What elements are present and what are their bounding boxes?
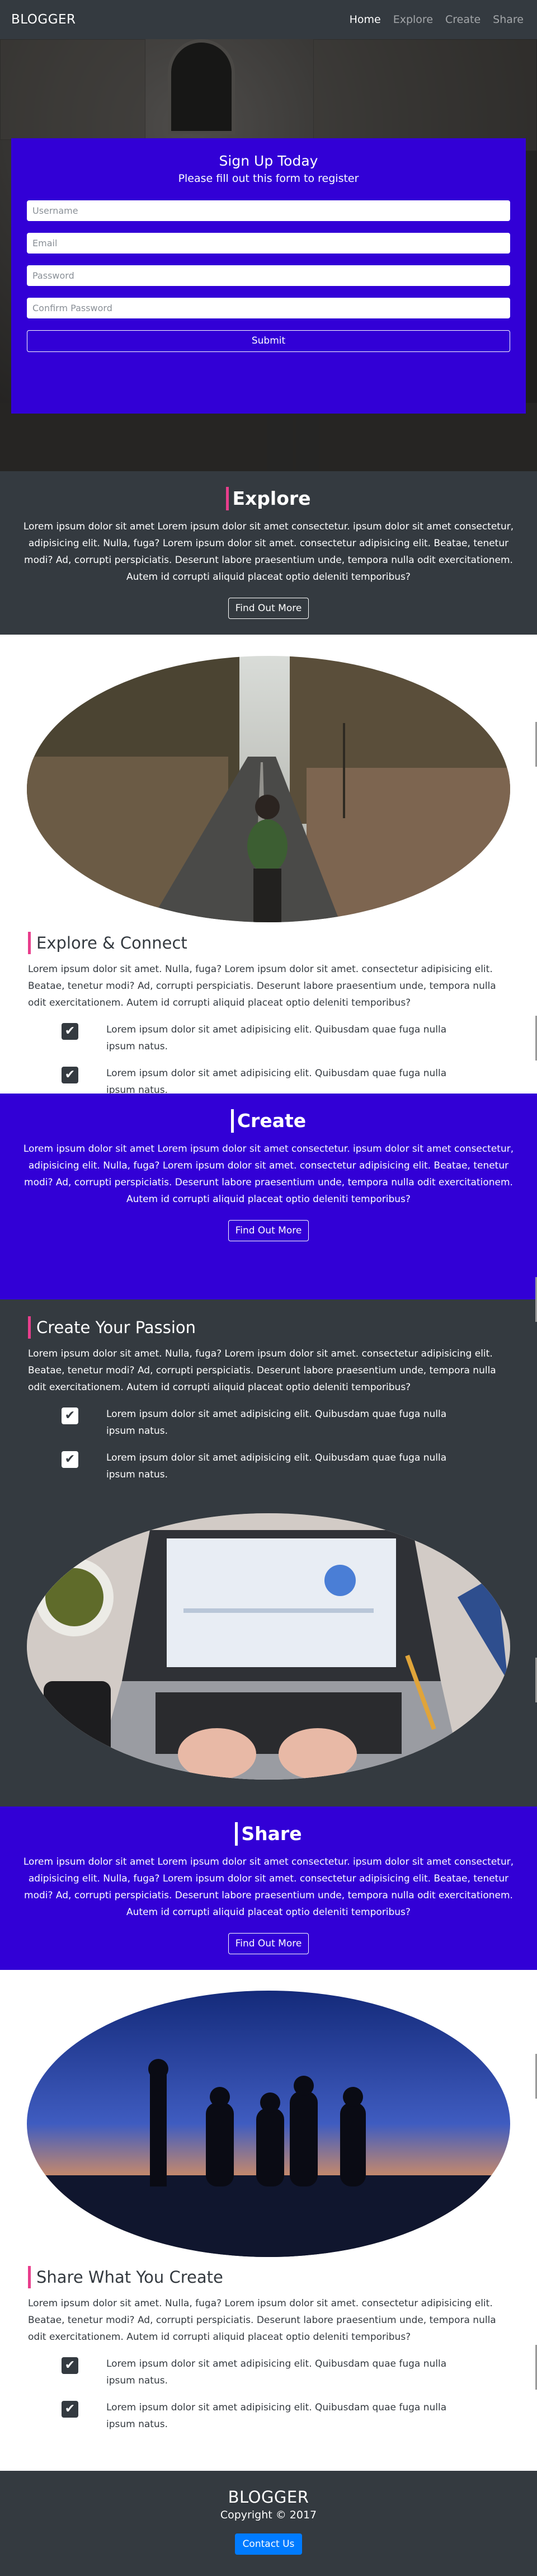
check-list-item: ✔ Lorem ipsum dolor sit amet adipisicing…	[28, 1449, 509, 1483]
signup-subtitle: Please fill out this form to register	[178, 172, 359, 185]
find-out-more-button[interactable]: Find Out More	[228, 1933, 309, 1954]
check-square-icon: ✔	[62, 1407, 78, 1424]
check-square-icon: ✔	[62, 1451, 78, 1468]
create-section: Create Lorem ipsum dolor sit amet Lorem …	[0, 1094, 537, 1299]
check-square-icon: ✔	[62, 1023, 78, 1040]
check-item-text: Lorem ipsum dolor sit amet adipisicing e…	[106, 2358, 447, 2386]
feature-title: Explore & Connect	[28, 932, 509, 954]
feature-description: Lorem ipsum dolor sit amet. Nulla, fuga?…	[28, 964, 496, 1008]
section-description: Lorem ipsum dolor sit amet Lorem ipsum d…	[23, 1856, 514, 1918]
signup-form: Sign Up Today Please fill out this form …	[11, 138, 526, 414]
contact-us-button[interactable]: Contact Us	[234, 2533, 303, 2555]
share-create-block: Share What You Create Lorem ipsum dolor …	[0, 2266, 537, 2433]
nav-link-share[interactable]: Share	[493, 13, 524, 26]
check-list-item: ✔ Lorem ipsum dolor sit amet adipisicing…	[28, 2399, 509, 2433]
hero-background-wall	[313, 39, 537, 151]
footer-title: BLOGGER	[228, 2488, 309, 2507]
check-list-item: ✔ Lorem ipsum dolor sit amet adipisicing…	[28, 1406, 509, 1439]
password-input[interactable]: Password	[27, 265, 510, 286]
check-square-icon: ✔	[62, 1067, 78, 1083]
beach-silhouette-image	[27, 1991, 510, 2257]
section-description: Lorem ipsum dolor sit amet Lorem ipsum d…	[23, 521, 514, 583]
create-passion-section: Create Your Passion Lorem ipsum dolor si…	[0, 1277, 537, 1807]
hero-section: Sign Up Today Please fill out this form …	[0, 39, 537, 471]
navbar: BLOGGER Home Explore Create Share	[0, 0, 537, 39]
check-square-icon: ✔	[62, 2401, 78, 2418]
brand-logo[interactable]: BLOGGER	[11, 12, 76, 27]
username-input[interactable]: Username	[27, 200, 510, 221]
confirm-password-input[interactable]: Confirm Password	[27, 298, 510, 318]
nav-link-create[interactable]: Create	[445, 13, 481, 26]
check-list-item: ✔ Lorem ipsum dolor sit amet adipisicing…	[28, 2356, 509, 2389]
find-out-more-button[interactable]: Find Out More	[228, 598, 309, 619]
feature-description: Lorem ipsum dolor sit amet. Nulla, fuga?…	[28, 1348, 496, 1393]
signup-title: Sign Up Today	[219, 153, 318, 169]
check-item-text: Lorem ipsum dolor sit amet adipisicing e…	[106, 2402, 447, 2430]
feature-title: Share What You Create	[28, 2266, 509, 2288]
explore-section: Explore Lorem ipsum dolor sit amet Lorem…	[0, 471, 537, 635]
section-title: Explore	[226, 487, 311, 510]
nav-link-explore[interactable]: Explore	[393, 13, 433, 26]
email-input[interactable]: Email	[27, 233, 510, 254]
section-title: Share	[235, 1822, 302, 1846]
check-item-text: Lorem ipsum dolor sit amet adipisicing e…	[106, 1024, 447, 1052]
find-out-more-button[interactable]: Find Out More	[228, 1220, 309, 1241]
copyright-text: Copyright © 2017	[220, 2509, 317, 2521]
road-hiker-image	[27, 656, 510, 922]
create-passion-block: Create Your Passion Lorem ipsum dolor si…	[0, 1316, 537, 1483]
feature-title: Create Your Passion	[28, 1316, 509, 1339]
hero-background-wall	[0, 39, 145, 140]
section-description: Lorem ipsum dolor sit amet Lorem ipsum d…	[23, 1143, 514, 1205]
submit-button[interactable]: Submit	[27, 330, 510, 352]
share-section: Share Lorem ipsum dolor sit amet Lorem i…	[0, 1807, 537, 1970]
nav-links: Home Explore Create Share	[350, 13, 524, 26]
section-title: Create	[230, 1109, 306, 1133]
check-item-text: Lorem ipsum dolor sit amet adipisicing e…	[106, 1452, 447, 1480]
feature-description: Lorem ipsum dolor sit amet. Nulla, fuga?…	[28, 2298, 496, 2343]
check-list-item: ✔ Lorem ipsum dolor sit amet adipisicing…	[28, 1021, 509, 1055]
hero-background-arch-window	[168, 39, 235, 134]
check-item-text: Lorem ipsum dolor sit amet adipisicing e…	[106, 1409, 447, 1437]
explore-connect-block: Explore & Connect Lorem ipsum dolor sit …	[0, 932, 537, 1099]
nav-link-home[interactable]: Home	[350, 13, 381, 26]
check-square-icon: ✔	[62, 2357, 78, 2374]
laptop-desk-image	[27, 1513, 510, 1780]
footer: BLOGGER Copyright © 2017 Contact Us	[0, 2471, 537, 2576]
